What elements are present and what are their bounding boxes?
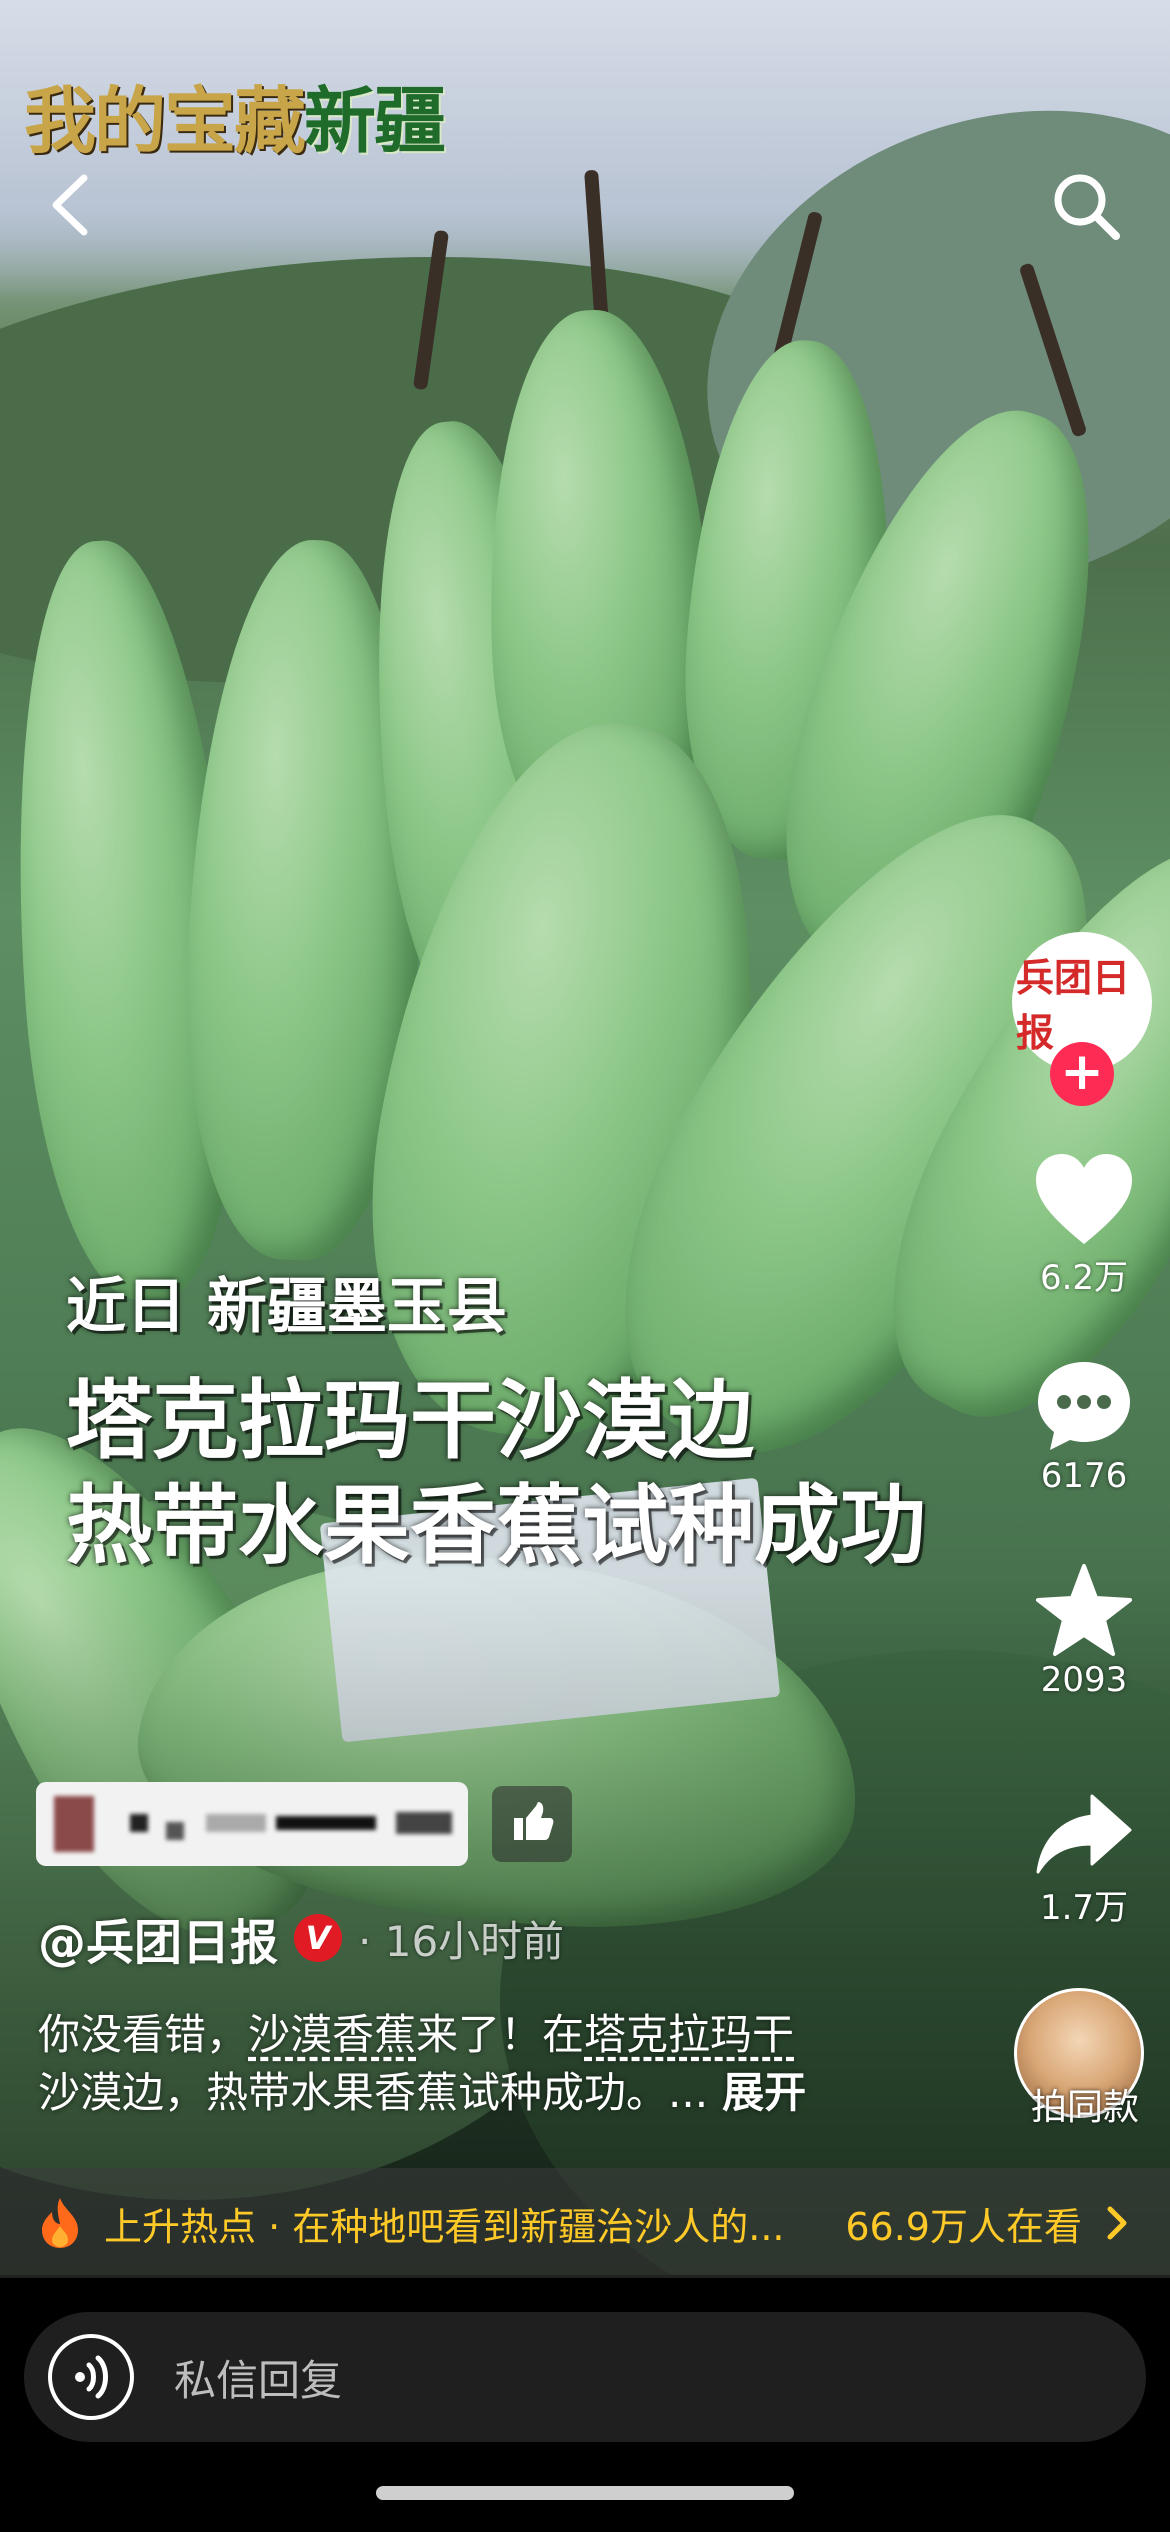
voice-wave-icon bbox=[75, 2355, 108, 2399]
share-count: 1.7万 bbox=[1039, 1888, 1129, 1928]
same-style-label[interactable]: 拍同款 bbox=[1010, 2078, 1160, 2130]
comment-icon bbox=[1038, 1362, 1130, 1450]
follow-button[interactable]: + bbox=[1050, 1042, 1114, 1106]
hot-topic-text: 上升热点 · 在种地吧看到新疆治沙人的... bbox=[104, 2204, 785, 2249]
caption-line1: 近日 新疆墨玉县 bbox=[66, 1272, 507, 1342]
blur-block bbox=[276, 1816, 376, 1830]
chevron-left-icon bbox=[52, 174, 88, 236]
hot-topic-bar[interactable]: 上升热点 · 在种地吧看到新疆治沙人的... 66.9万人在看 bbox=[0, 2168, 1170, 2278]
blur-block bbox=[54, 1796, 94, 1852]
favorite-count: 2093 bbox=[1040, 1660, 1128, 1700]
heart-icon bbox=[1036, 1154, 1132, 1244]
avatar-text: 兵团日报 bbox=[1016, 955, 1131, 1055]
star-icon bbox=[1036, 1564, 1132, 1656]
verified-badge-icon: V bbox=[294, 1914, 343, 1962]
blur-block bbox=[206, 1814, 266, 1832]
thumbs-up-icon bbox=[514, 1802, 554, 1840]
desc-text: 你没看错， bbox=[38, 2010, 249, 2059]
reply-placeholder: 私信回复 bbox=[174, 2355, 343, 2405]
comment-button[interactable]: 6176 bbox=[1010, 1358, 1158, 1496]
like-count: 6.2万 bbox=[1039, 1258, 1129, 1298]
blur-block bbox=[166, 1822, 184, 1840]
blur-block bbox=[130, 1814, 148, 1832]
author-row: @兵团日报 V · 16小时前 bbox=[38, 1903, 565, 1973]
program-logo: 我的宝藏新疆 bbox=[24, 62, 446, 167]
expand-button[interactable]: 展开 bbox=[722, 2068, 806, 2117]
search-button[interactable] bbox=[1048, 168, 1124, 244]
share-arrow-icon bbox=[1036, 1794, 1132, 1874]
comment-count: 6176 bbox=[1040, 1456, 1128, 1496]
logo-part2: 新疆 bbox=[304, 78, 446, 163]
home-indicator[interactable] bbox=[376, 2486, 794, 2500]
chevron-right-icon bbox=[1107, 2206, 1127, 2240]
post-time: · 16小时前 bbox=[358, 1916, 565, 1966]
voice-button[interactable] bbox=[48, 2334, 134, 2420]
search-icon bbox=[1054, 174, 1120, 240]
back-button[interactable] bbox=[40, 170, 100, 240]
hashtag-link[interactable]: 塔克拉玛干 bbox=[584, 2010, 794, 2059]
logo-part1: 我的宝藏 bbox=[24, 78, 306, 163]
blurred-user-tag[interactable] bbox=[36, 1782, 468, 1866]
like-button[interactable]: 6.2万 bbox=[1010, 1152, 1158, 1299]
thumbs-up-button[interactable] bbox=[492, 1786, 572, 1862]
message-reply-input[interactable]: 私信回复 bbox=[24, 2312, 1146, 2442]
desc-text: 来了！在 bbox=[416, 2010, 585, 2059]
favorite-button[interactable]: 2093 bbox=[1010, 1562, 1158, 1700]
hashtag-link[interactable]: 沙漠香蕉 bbox=[248, 2010, 416, 2059]
hot-topic-count: 66.9万人在看 bbox=[845, 2204, 1082, 2249]
share-button[interactable]: 1.7万 bbox=[1010, 1790, 1158, 1929]
blur-block bbox=[396, 1812, 452, 1834]
flame-icon bbox=[42, 2198, 78, 2248]
post-description[interactable]: 你没看错，沙漠香蕉来了！在塔克拉玛干沙漠边，热带水果香蕉试种成功。... 展开 bbox=[38, 2006, 878, 2122]
caption-line3: 热带水果香蕉试种成功 bbox=[66, 1476, 926, 1576]
author-name[interactable]: @兵团日报 bbox=[38, 1903, 278, 1973]
desc-text: 沙漠边，热带水果香蕉试种成功。... bbox=[38, 2068, 709, 2117]
bottom-area: 私信回复 bbox=[0, 2278, 1170, 2532]
